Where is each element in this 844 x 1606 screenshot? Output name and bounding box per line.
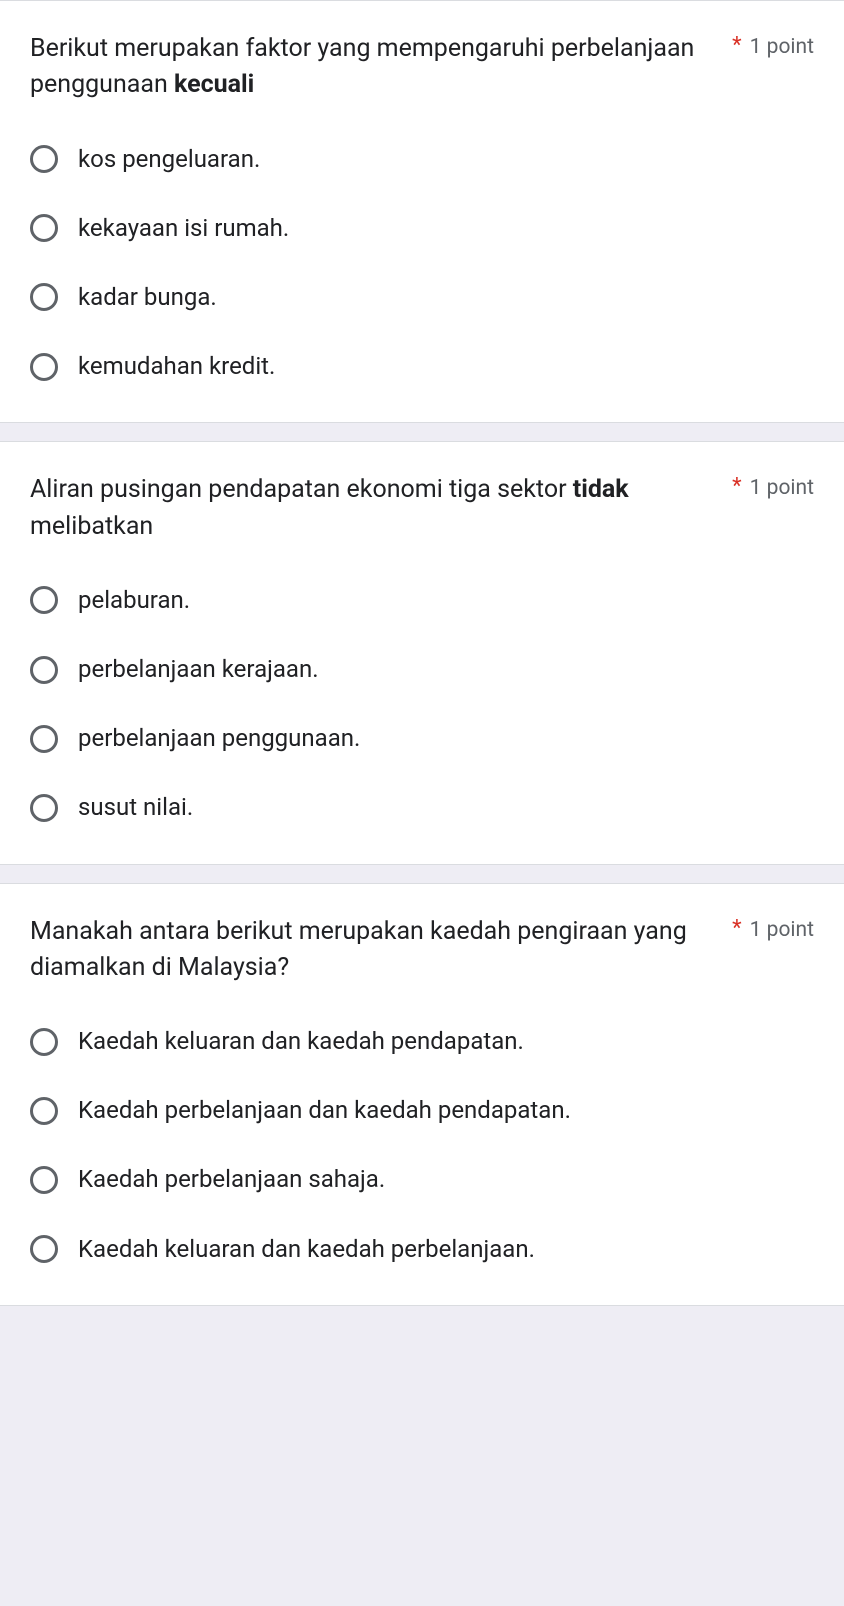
question-card: Aliran pusingan pendapatan ekonomi tiga … xyxy=(0,441,844,864)
option-label: Kaedah keluaran dan kaedah pendapatan. xyxy=(78,1026,524,1057)
radio-option[interactable]: Kaedah keluaran dan kaedah pendapatan. xyxy=(30,1026,814,1057)
options-group: Kaedah keluaran dan kaedah pendapatan. K… xyxy=(30,1026,814,1265)
points-wrap: * 1 point xyxy=(732,472,814,500)
question-header: Manakah antara berikut merupakan kaedah … xyxy=(30,914,814,987)
radio-option[interactable]: perbelanjaan penggunaan. xyxy=(30,723,814,754)
radio-icon xyxy=(30,794,58,822)
points-wrap: * 1 point xyxy=(732,914,814,942)
question-text-pre: Manakah antara berikut merupakan kaedah … xyxy=(30,917,687,982)
radio-option[interactable]: Kaedah perbelanjaan sahaja. xyxy=(30,1164,814,1195)
radio-option[interactable]: Kaedah keluaran dan kaedah perbelanjaan. xyxy=(30,1234,814,1265)
required-asterisk-icon: * xyxy=(732,476,741,498)
radio-icon xyxy=(30,353,58,381)
question-text: Aliran pusingan pendapatan ekonomi tiga … xyxy=(30,472,732,545)
radio-option[interactable]: kemudahan kredit. xyxy=(30,351,814,382)
radio-icon xyxy=(30,283,58,311)
radio-icon xyxy=(30,586,58,614)
required-asterisk-icon: * xyxy=(732,918,741,940)
radio-option[interactable]: susut nilai. xyxy=(30,792,814,823)
radio-icon xyxy=(30,1235,58,1263)
radio-icon xyxy=(30,214,58,242)
question-card: Manakah antara berikut merupakan kaedah … xyxy=(0,883,844,1306)
points-label: 1 point xyxy=(750,35,814,59)
question-text-pre: Berikut merupakan faktor yang mempengaru… xyxy=(30,34,694,99)
option-label: susut nilai. xyxy=(78,792,193,823)
question-text-post: melibatkan xyxy=(30,512,153,541)
radio-option[interactable]: kadar bunga. xyxy=(30,282,814,313)
option-label: Kaedah keluaran dan kaedah perbelanjaan. xyxy=(78,1234,535,1265)
question-text-bold: tidak xyxy=(573,475,629,504)
points-label: 1 point xyxy=(750,918,814,942)
option-label: kekayaan isi rumah. xyxy=(78,213,289,244)
radio-icon xyxy=(30,725,58,753)
required-asterisk-icon: * xyxy=(732,35,741,57)
option-label: kos pengeluaran. xyxy=(78,144,260,175)
radio-option[interactable]: perbelanjaan kerajaan. xyxy=(30,654,814,685)
option-label: kadar bunga. xyxy=(78,282,217,313)
options-group: kos pengeluaran. kekayaan isi rumah. kad… xyxy=(30,144,814,383)
question-header: Berikut merupakan faktor yang mempengaru… xyxy=(30,31,814,104)
question-text-bold: kecuali xyxy=(174,70,254,99)
radio-option[interactable]: pelaburan. xyxy=(30,585,814,616)
option-label: Kaedah perbelanjaan dan kaedah pendapata… xyxy=(78,1095,571,1126)
radio-icon xyxy=(30,1166,58,1194)
radio-icon xyxy=(30,656,58,684)
radio-icon xyxy=(30,1097,58,1125)
option-label: Kaedah perbelanjaan sahaja. xyxy=(78,1164,385,1195)
option-label: perbelanjaan penggunaan. xyxy=(78,723,360,754)
radio-icon xyxy=(30,1028,58,1056)
question-text: Manakah antara berikut merupakan kaedah … xyxy=(30,914,732,987)
option-label: perbelanjaan kerajaan. xyxy=(78,654,319,685)
radio-option[interactable]: kekayaan isi rumah. xyxy=(30,213,814,244)
points-wrap: * 1 point xyxy=(732,31,814,59)
radio-icon xyxy=(30,145,58,173)
option-label: kemudahan kredit. xyxy=(78,351,275,382)
option-label: pelaburan. xyxy=(78,585,190,616)
question-text-pre: Aliran pusingan pendapatan ekonomi tiga … xyxy=(30,475,573,504)
question-text: Berikut merupakan faktor yang mempengaru… xyxy=(30,31,732,104)
question-card: Berikut merupakan faktor yang mempengaru… xyxy=(0,0,844,423)
question-header: Aliran pusingan pendapatan ekonomi tiga … xyxy=(30,472,814,545)
options-group: pelaburan. perbelanjaan kerajaan. perbel… xyxy=(30,585,814,824)
radio-option[interactable]: Kaedah perbelanjaan dan kaedah pendapata… xyxy=(30,1095,814,1126)
points-label: 1 point xyxy=(750,476,814,500)
radio-option[interactable]: kos pengeluaran. xyxy=(30,144,814,175)
